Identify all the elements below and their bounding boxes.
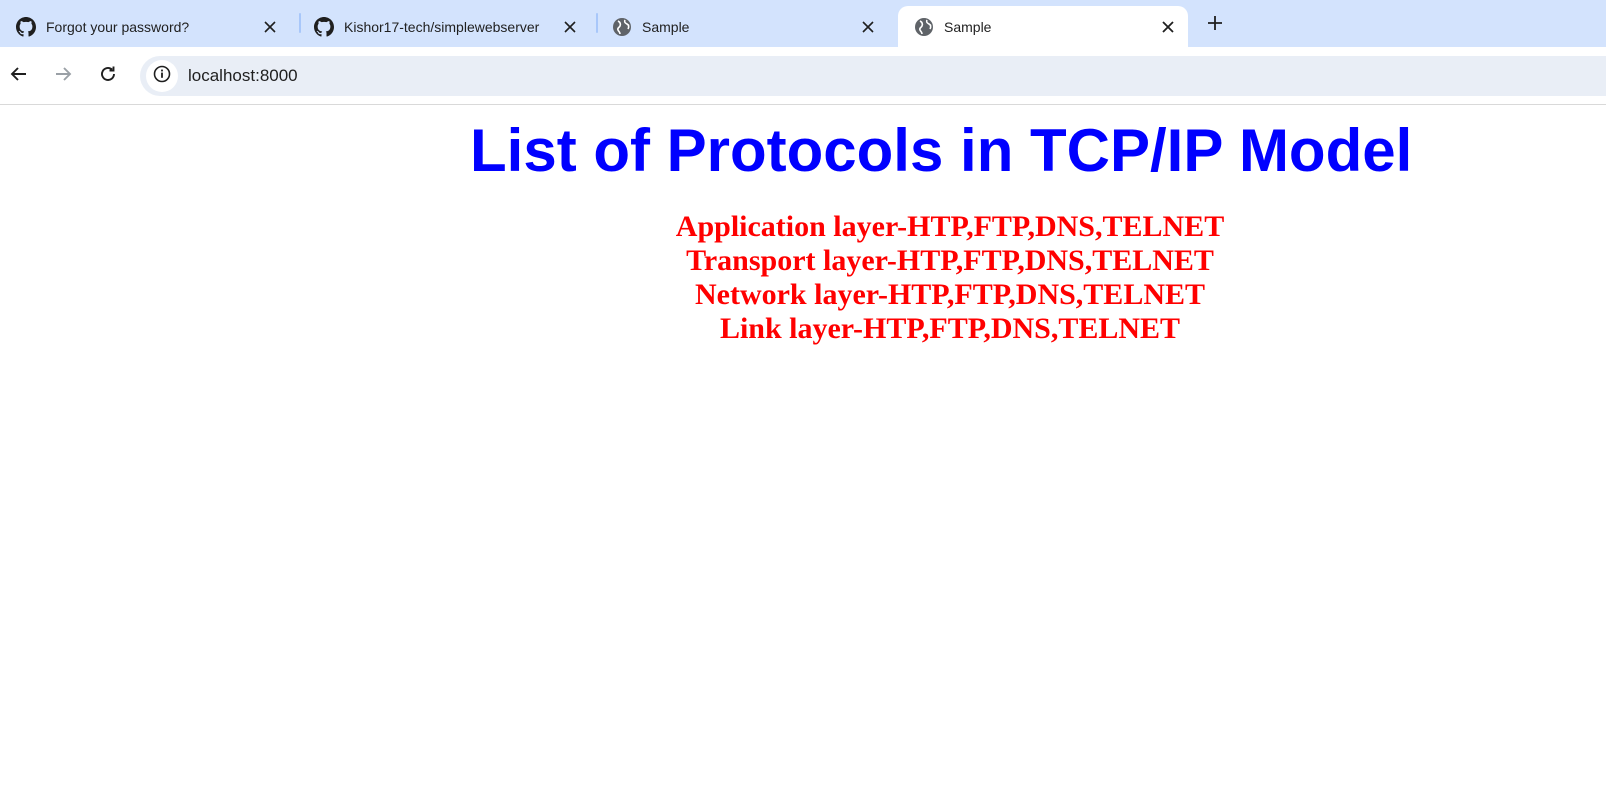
github-icon [314, 17, 334, 37]
close-icon[interactable] [558, 15, 582, 39]
reload-icon [99, 65, 117, 88]
globe-icon [612, 17, 632, 37]
tab-title: Sample [642, 19, 690, 35]
plus-icon [1207, 15, 1223, 36]
protocol-item-transport: Transport layer-HTP,FTP,DNS,TELNET [686, 244, 1214, 277]
tab-title: Sample [944, 19, 992, 35]
close-icon[interactable] [1156, 15, 1180, 39]
forward-button[interactable] [46, 59, 80, 93]
tab-strip: Forgot your password? Kishor17-tech/simp… [0, 0, 1606, 47]
protocol-list: Application layer-HTP,FTP,DNS,TELNET Tra… [600, 210, 1300, 346]
address-bar[interactable]: localhost:8000 [140, 56, 1606, 96]
close-icon[interactable] [856, 15, 880, 39]
arrow-right-icon [54, 65, 72, 88]
tab-title: Forgot your password? [46, 19, 190, 35]
protocol-item-network: Network layer-HTP,FTP,DNS,TELNET [694, 278, 1206, 311]
new-tab-button[interactable] [1201, 11, 1229, 39]
close-icon[interactable] [258, 15, 282, 39]
tab-sample-active[interactable]: Sample [898, 6, 1188, 47]
reload-button[interactable] [91, 59, 125, 93]
protocol-item-link: Link layer-HTP,FTP,DNS,TELNET [719, 312, 1181, 345]
tab-forgot-password[interactable]: Forgot your password? [0, 6, 290, 47]
tab-title: Kishor17-tech/simplewebserver [344, 19, 540, 35]
github-icon [16, 17, 36, 37]
page-content: List of Protocols in TCP/IP Model Applic… [0, 106, 1606, 808]
page-heading: List of Protocols in TCP/IP Model [470, 117, 1413, 184]
tab-simplewebserver[interactable]: Kishor17-tech/simplewebserver [298, 6, 590, 47]
arrow-left-icon [10, 65, 28, 88]
browser-toolbar: localhost:8000 [0, 47, 1606, 105]
protocol-item-application: Application layer-HTP,FTP,DNS,TELNET [675, 210, 1225, 243]
site-info-button[interactable] [146, 60, 178, 92]
back-button[interactable] [2, 59, 36, 93]
info-icon [153, 65, 171, 88]
url-text: localhost:8000 [188, 66, 298, 85]
tab-sample[interactable]: Sample [596, 6, 888, 47]
globe-icon [914, 17, 934, 37]
